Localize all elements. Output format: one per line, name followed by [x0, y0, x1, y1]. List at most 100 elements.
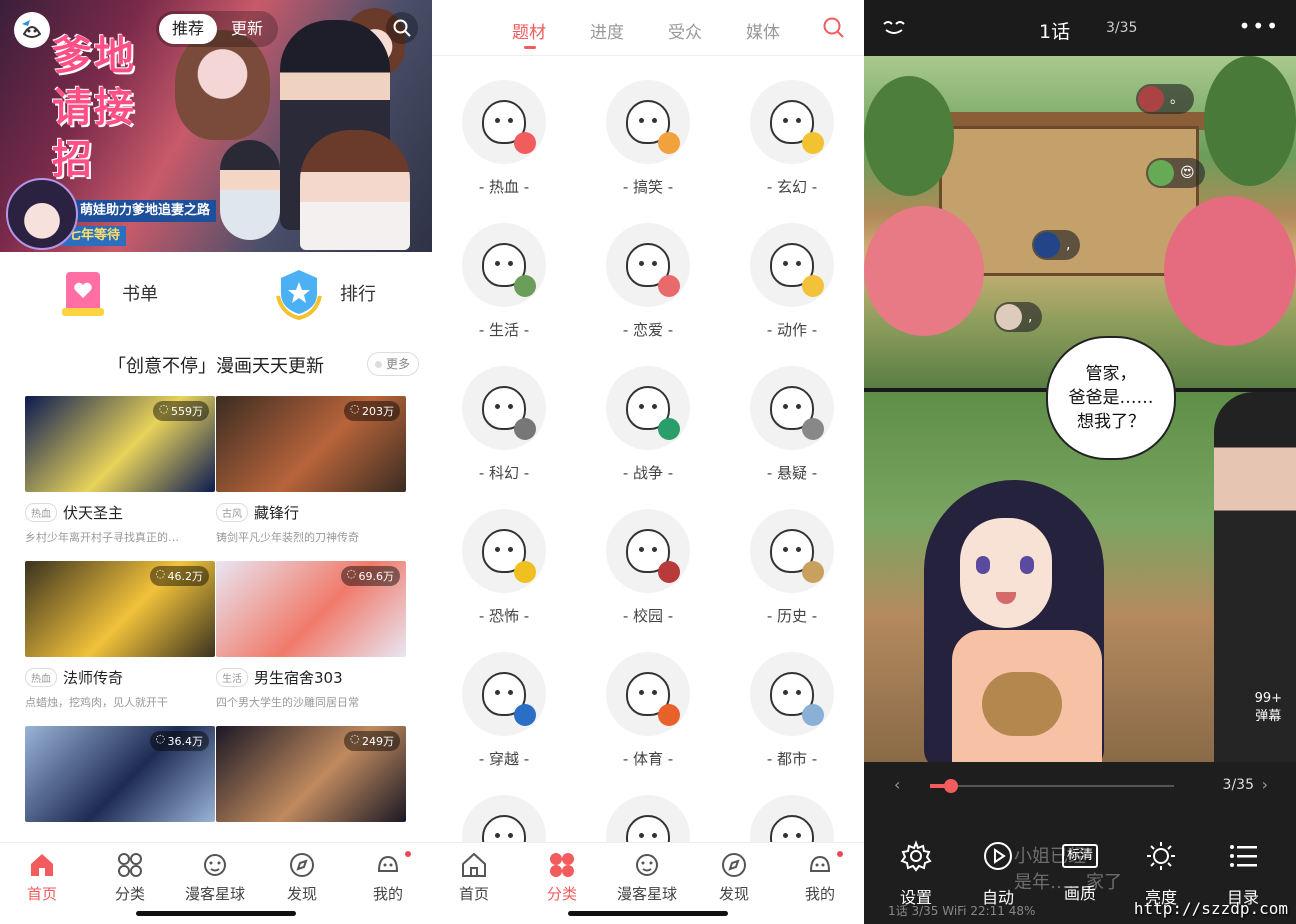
- segment-updates[interactable]: 更新: [218, 14, 276, 44]
- tab-home[interactable]: 首页: [2, 851, 82, 904]
- app-logo-icon[interactable]: [14, 12, 50, 48]
- quality-label: 画质: [1063, 884, 1096, 903]
- search-icon[interactable]: [386, 12, 418, 44]
- tab-label: 我的: [372, 885, 403, 903]
- page-slider[interactable]: ‹ 3/35 ›: [864, 762, 1296, 810]
- tab-media[interactable]: 媒体: [746, 18, 780, 43]
- genre-item[interactable]: - 悬疑 -: [727, 366, 857, 483]
- notification-dot: [837, 851, 843, 857]
- genre-mascot-icon: [750, 652, 834, 736]
- genre-item[interactable]: - 都市 -: [727, 652, 857, 769]
- comic-cover[interactable]: 249万: [216, 726, 406, 822]
- comic-cover[interactable]: 559万: [25, 396, 215, 492]
- genre-mascot-icon: [462, 509, 546, 593]
- tab-discover[interactable]: 发现: [694, 851, 774, 904]
- category-icon: [550, 853, 574, 877]
- next-chapter-icon[interactable]: ›: [1262, 775, 1268, 794]
- category-icon: [118, 853, 142, 877]
- comic-cover[interactable]: 36.4万: [25, 726, 215, 822]
- tab-progress[interactable]: 进度: [590, 18, 624, 43]
- genre-item[interactable]: - 科幻 -: [439, 366, 569, 483]
- brightness-button[interactable]: 亮度: [1126, 840, 1196, 908]
- tab-planet[interactable]: 漫客星球: [607, 851, 687, 904]
- more-button[interactable]: 更多: [367, 352, 419, 376]
- mascot-avatar[interactable]: [6, 178, 78, 250]
- genre-item[interactable]: - 战争 -: [583, 366, 713, 483]
- booklist-icon: [62, 272, 104, 316]
- home-icon: [462, 852, 486, 877]
- genre-item[interactable]: - 体育 -: [583, 652, 713, 769]
- genre-mascot-icon: [606, 80, 690, 164]
- ranking-label: 排行: [340, 284, 376, 305]
- comic-cover[interactable]: 46.2万: [25, 561, 215, 657]
- booklist-label: 书单: [122, 284, 158, 305]
- comic-cover[interactable]: 69.6万: [216, 561, 406, 657]
- quality-button[interactable]: 标清 画质: [1045, 840, 1115, 904]
- genre-item[interactable]: - 恋爱 -: [583, 223, 713, 340]
- ranking-icon: [276, 270, 322, 320]
- genre-label: - 生活 -: [478, 321, 530, 339]
- comic-description: 铸剑平凡少年装烈的刀神传奇: [216, 531, 359, 544]
- card-title-row: 热血 伏天圣主: [25, 502, 215, 523]
- danmu-toggle[interactable]: 99+ 弹幕: [1255, 690, 1282, 726]
- tab-category[interactable]: 分类: [522, 851, 602, 904]
- comic-cover[interactable]: 203万: [216, 396, 406, 492]
- tab-category[interactable]: 分类: [90, 851, 170, 904]
- segment-recommend[interactable]: 推荐: [159, 14, 217, 44]
- ranking-shortcut[interactable]: 排行: [274, 264, 376, 322]
- genre-item[interactable]: - 搞笑 -: [583, 80, 713, 197]
- genre-item[interactable]: - 生活 -: [439, 223, 569, 340]
- view-count: 69.6万: [340, 566, 400, 586]
- tab-profile[interactable]: 我的: [348, 851, 428, 904]
- search-icon[interactable]: [822, 16, 846, 40]
- danmu-bubble[interactable]: 😍: [1146, 158, 1205, 188]
- danmu-bubble[interactable]: ,: [994, 302, 1043, 332]
- comic-title: 藏锋行: [254, 504, 300, 522]
- slider-knob[interactable]: [944, 779, 958, 793]
- card-title-row: 热血 法师传奇: [25, 667, 215, 688]
- auto-play-button[interactable]: 自动: [963, 840, 1033, 908]
- booklist-shortcut[interactable]: 书单: [60, 264, 158, 322]
- prev-chapter-icon[interactable]: ‹: [894, 775, 900, 794]
- genre-item[interactable]: - 历史 -: [727, 509, 857, 626]
- more-icon[interactable]: •••: [1239, 14, 1280, 38]
- genre-item[interactable]: - 校园 -: [583, 509, 713, 626]
- genre-item[interactable]: - 动作 -: [727, 223, 857, 340]
- genre-mascot-icon: [606, 366, 690, 450]
- tab-profile[interactable]: 我的: [780, 851, 860, 904]
- tab-planet[interactable]: 漫客星球: [175, 851, 255, 904]
- slider-track[interactable]: [930, 785, 1174, 787]
- genre-item[interactable]: - 玄幻 -: [727, 80, 857, 197]
- tab-home[interactable]: 首页: [434, 851, 514, 904]
- watermark: http://szzdp.com: [1133, 899, 1288, 918]
- play-icon: [984, 842, 1012, 870]
- tab-audience[interactable]: 受众: [668, 18, 702, 43]
- settings-button[interactable]: 设置: [881, 840, 951, 908]
- comic-card[interactable]: 69.6万生活男生宿舍303 四个男大学生的沙雕同居日常: [216, 561, 406, 710]
- catalog-button[interactable]: 目录: [1208, 840, 1278, 908]
- reader-screen: 。 😍 , , 管家， 爸爸是…… 想我了？ 99+ 弹幕 1话 3/35 ••…: [864, 0, 1296, 924]
- genre-item[interactable]: - 热血 -: [439, 80, 569, 197]
- genre-item[interactable]: - 穿越 -: [439, 652, 569, 769]
- tab-theme[interactable]: 题材: [512, 18, 546, 49]
- discover-icon: [722, 853, 746, 877]
- danmu-bubble[interactable]: 。: [1136, 84, 1194, 114]
- genre-accent: [658, 418, 680, 440]
- danmu-bubble[interactable]: ,: [1032, 230, 1081, 260]
- genre-tag: 古风: [216, 503, 248, 522]
- comic-card[interactable]: 46.2万热血法师传奇点蜡烛，挖鸡肉，见人就开干: [25, 561, 215, 710]
- comic-card[interactable]: 249万: [216, 726, 406, 822]
- comic-card[interactable]: 559万热血伏天圣主乡村少年离开村子寻找真正的…: [25, 396, 215, 545]
- back-icon[interactable]: [882, 18, 906, 38]
- comic-card[interactable]: 36.4万: [25, 726, 215, 822]
- tab-label: 首页: [458, 885, 489, 903]
- genre-mascot-icon: [462, 80, 546, 164]
- profile-icon: [809, 855, 831, 872]
- tab-discover[interactable]: 发现: [262, 851, 342, 904]
- comic-card[interactable]: 203万古风藏锋行铸剑平凡少年装烈的刀神传奇: [216, 396, 406, 545]
- comic-panel-house[interactable]: [864, 56, 1296, 388]
- genre-item[interactable]: - 恐怖 -: [439, 509, 569, 626]
- genre-label: - 玄幻 -: [766, 178, 818, 196]
- tab-label: 发现: [718, 885, 749, 903]
- genre-accent: [658, 132, 680, 154]
